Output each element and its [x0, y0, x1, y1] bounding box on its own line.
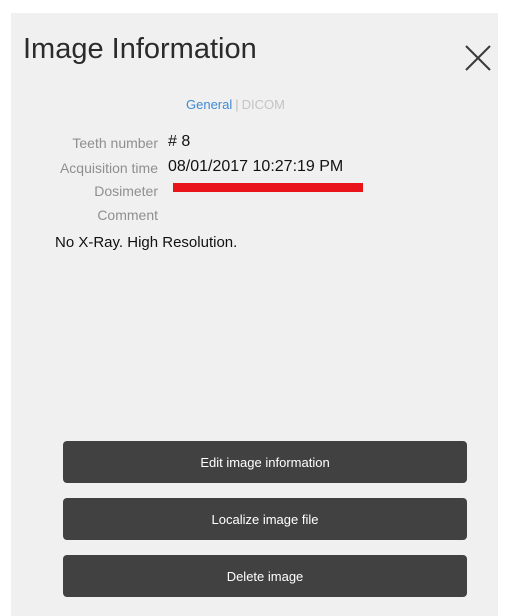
- tab-general[interactable]: General: [186, 97, 232, 112]
- dosimeter-redaction: [173, 183, 363, 192]
- tab-separator: |: [235, 97, 239, 112]
- delete-image-button[interactable]: Delete image: [63, 555, 467, 597]
- edit-image-information-button[interactable]: Edit image information: [63, 441, 467, 483]
- acquisition-time-label: Acquisition time: [59, 160, 158, 176]
- teeth-number-value: # 8: [168, 133, 191, 150]
- comment-label: Comment: [97, 207, 158, 223]
- tab-bar: General | DICOM: [186, 97, 285, 112]
- acquisition-time-value: 08/01/2017 10:27:19 PM: [168, 158, 344, 175]
- tab-dicom[interactable]: DICOM: [242, 97, 285, 112]
- dialog-title: Image Information: [23, 33, 257, 65]
- image-information-dialog: Image Information General | DICOM Teeth nu…: [11, 13, 498, 616]
- comment-value: No X-Ray. High Resolution.: [55, 234, 238, 251]
- dosimeter-label: Dosimeter: [94, 183, 158, 199]
- teeth-number-label: Teeth number: [72, 135, 158, 151]
- close-icon[interactable]: [463, 43, 493, 73]
- localize-image-file-button[interactable]: Localize image file: [63, 498, 467, 540]
